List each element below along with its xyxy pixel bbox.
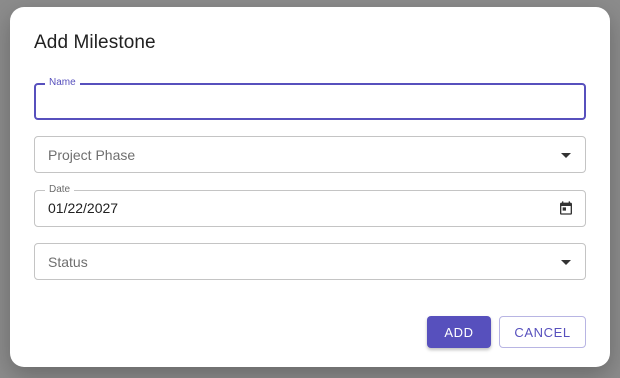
name-label: Name [45, 77, 80, 89]
cancel-button[interactable]: CANCEL [499, 316, 586, 348]
date-value: 01/22/2027 [48, 200, 119, 216]
chevron-down-icon [561, 153, 571, 158]
status-select[interactable]: Status [34, 243, 586, 280]
calendar-icon[interactable] [558, 200, 574, 216]
add-button[interactable]: ADD [427, 316, 491, 348]
name-field[interactable]: Name [34, 77, 586, 120]
chevron-down-icon [561, 260, 571, 265]
name-input[interactable] [46, 91, 566, 113]
date-field[interactable]: Date 01/22/2027 [34, 184, 586, 227]
project-phase-placeholder: Project Phase [48, 147, 136, 163]
add-milestone-dialog: Add Milestone Name Project Phase Date 01… [10, 7, 610, 367]
date-label: Date [45, 184, 75, 196]
project-phase-select[interactable]: Project Phase [34, 136, 586, 173]
dialog-title: Add Milestone [34, 32, 156, 53]
status-placeholder: Status [48, 254, 88, 270]
